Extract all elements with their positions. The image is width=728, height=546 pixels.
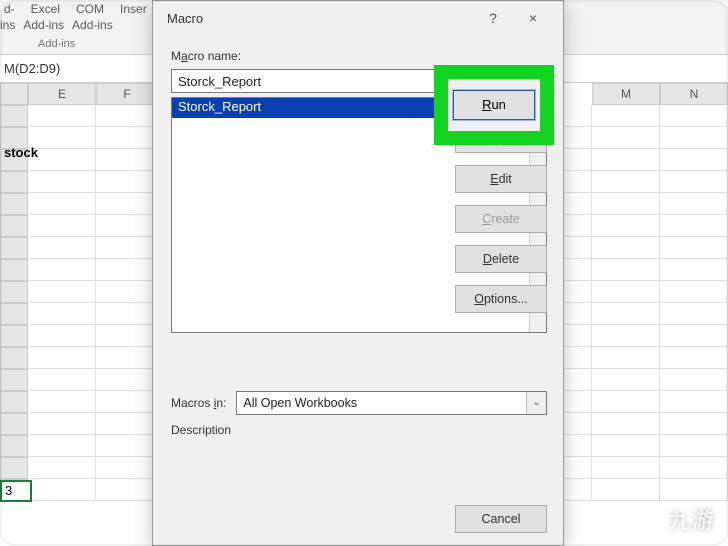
col-header-M[interactable]: M	[592, 83, 660, 105]
watermark-logo-icon	[628, 502, 662, 536]
macros-in-label: Macros in:	[171, 396, 226, 410]
description-label: Description	[171, 423, 231, 437]
ribbon-item[interactable]: Inser	[116, 2, 151, 16]
options-button[interactable]: Options...	[455, 285, 547, 313]
col-header-F[interactable]: F	[96, 83, 158, 105]
col-header-N[interactable]: N	[660, 83, 728, 105]
run-button[interactable]: Run	[453, 90, 535, 120]
macros-in-combo[interactable]: All Open Workbooks ⌄	[236, 391, 547, 415]
close-button[interactable]: ×	[513, 10, 553, 26]
edit-button[interactable]: Edit	[455, 165, 547, 193]
create-button: Create	[455, 205, 547, 233]
ribbon-item[interactable]: Add-ins	[23, 18, 64, 32]
watermark: 九游	[628, 502, 716, 536]
ribbon-item[interactable]: d-	[0, 2, 19, 16]
chevron-down-icon[interactable]: ⌄	[526, 392, 546, 414]
cancel-button[interactable]: Cancel	[455, 505, 547, 533]
ribbon-item[interactable]: COM	[72, 2, 108, 16]
ribbon-item[interactable]: ins	[0, 18, 15, 32]
help-button[interactable]: ?	[473, 10, 513, 26]
macro-name-label: Macro name:	[171, 49, 547, 63]
macros-in-value: All Open Workbooks	[237, 396, 526, 410]
dialog-title: Macro	[167, 11, 473, 26]
selected-cell[interactable]: 3	[0, 480, 32, 502]
delete-button[interactable]: Delete	[455, 245, 547, 273]
col-header-E[interactable]: E	[28, 83, 96, 105]
cell-stock-header: stock	[0, 143, 42, 162]
ribbon-item[interactable]: Excel	[27, 2, 64, 16]
ribbon-item[interactable]: Add-ins	[72, 18, 113, 32]
run-highlight: Run	[434, 65, 554, 145]
ribbon-group-label: Add-ins	[38, 38, 75, 50]
